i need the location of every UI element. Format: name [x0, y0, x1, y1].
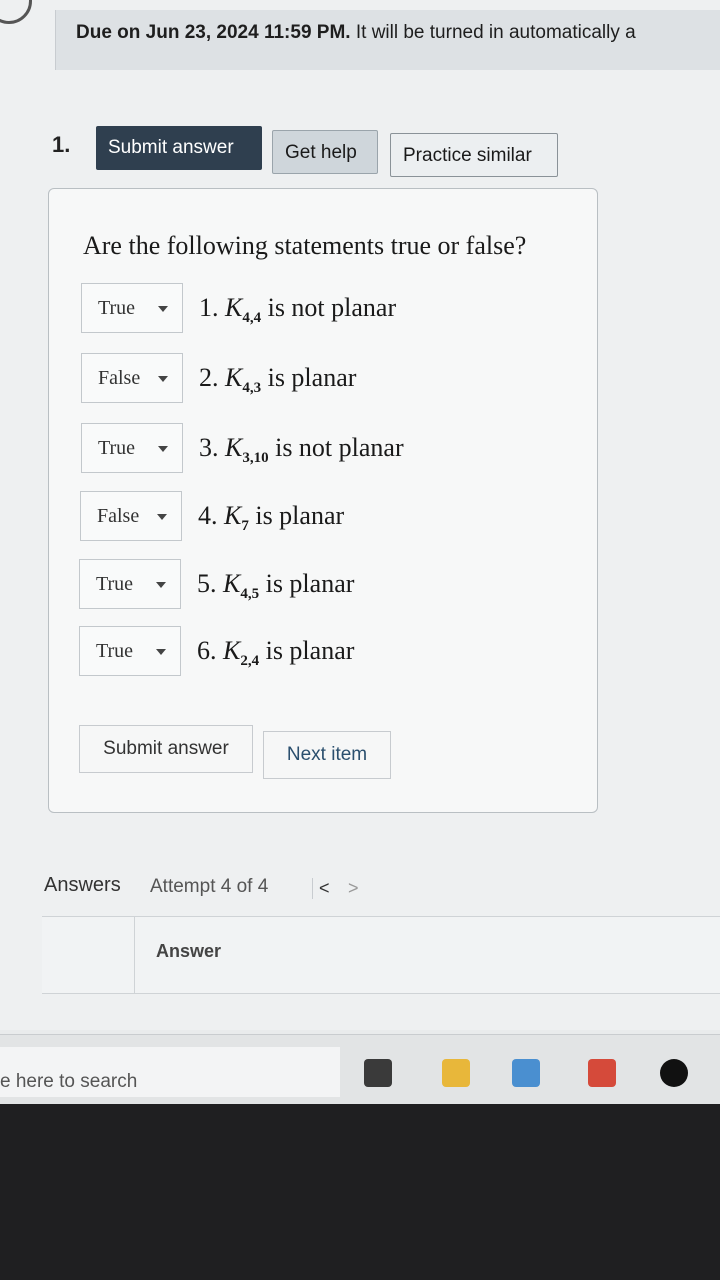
file-explorer-icon[interactable]	[442, 1059, 470, 1087]
get-help-button[interactable]: Get help	[272, 130, 378, 174]
dropdown-value: True	[98, 297, 136, 319]
graph-subscript: 3,10	[242, 450, 269, 467]
graph-symbol: K	[224, 501, 242, 530]
caret-down-icon	[156, 582, 166, 588]
caret-down-icon	[158, 306, 168, 312]
attempt-counter: Attempt 4 of 4	[150, 876, 269, 897]
windows-taskbar: e here to search	[0, 1034, 720, 1105]
due-date-banner: Due on Jun 23, 2024 11:59 PM. It will be…	[55, 10, 720, 70]
dropdown-value: False	[98, 367, 141, 389]
tiktok-icon[interactable]	[660, 1059, 688, 1087]
statement-number: 1.	[199, 293, 219, 322]
graph-subscript: 4,3	[242, 380, 262, 397]
question-card: Are the following statements true or fal…	[48, 188, 598, 813]
graph-symbol: K	[225, 363, 243, 392]
next-attempt-icon[interactable]: >	[348, 878, 359, 899]
next-item-button[interactable]: Next item	[263, 731, 391, 779]
submit-answer-bottom-button[interactable]: Submit answer	[79, 725, 253, 773]
statement-text: 4. K7 is planar	[198, 501, 344, 535]
store-icon[interactable]	[512, 1059, 540, 1087]
camera-app-icon[interactable]	[588, 1059, 616, 1087]
caret-down-icon	[158, 446, 168, 452]
dropdown-value: False	[97, 505, 140, 527]
graph-symbol: K	[223, 569, 241, 598]
caret-down-icon	[157, 514, 167, 520]
statement-text: 5. K4,5 is planar	[197, 569, 354, 603]
statement-number: 5.	[197, 569, 217, 598]
task-view-icon[interactable]	[364, 1059, 392, 1087]
statement-text: 3. K3,10 is not planar	[199, 433, 404, 467]
answers-label: Answers	[44, 874, 121, 896]
statement-number: 3.	[199, 433, 219, 462]
taskbar-search-box[interactable]: e here to search	[0, 1047, 340, 1097]
true-false-dropdown[interactable]: False	[80, 491, 182, 541]
caret-down-icon	[158, 376, 168, 382]
statement-number: 4.	[198, 501, 218, 530]
webpage: Due on Jun 23, 2024 11:59 PM. It will be…	[0, 0, 720, 1030]
true-false-dropdown[interactable]: True	[81, 283, 183, 333]
question-prompt: Are the following statements true or fal…	[83, 231, 527, 260]
statement-claim: is not planar	[261, 293, 397, 322]
dropdown-value: True	[96, 573, 134, 595]
table-divider	[134, 917, 135, 993]
statement-number: 2.	[199, 363, 219, 392]
statement-text: 1. K4,4 is not planar	[199, 293, 396, 327]
caret-down-icon	[156, 649, 166, 655]
statement-claim: is not planar	[268, 433, 404, 462]
browser-corner-icon	[0, 0, 32, 24]
search-placeholder: e here to search	[0, 1071, 138, 1092]
graph-symbol: K	[225, 433, 243, 462]
question-number: 1.	[52, 132, 71, 157]
true-false-dropdown[interactable]: True	[79, 559, 181, 609]
statement-claim: is planar	[259, 569, 355, 598]
graph-subscript: 2,4	[240, 653, 260, 670]
statement-number: 6.	[197, 636, 217, 665]
dropdown-value: True	[98, 437, 136, 459]
monitor-bezel	[0, 1104, 720, 1280]
statement-claim: is planar	[259, 636, 355, 665]
answer-column-header: Answer	[156, 941, 222, 961]
statement-claim: is planar	[261, 363, 357, 392]
true-false-dropdown[interactable]: True	[79, 626, 181, 676]
graph-subscript: 7	[241, 518, 249, 535]
practice-similar-button[interactable]: Practice similar	[390, 133, 558, 177]
true-false-dropdown[interactable]: False	[81, 353, 183, 403]
graph-subscript: 4,5	[240, 586, 260, 603]
graph-symbol: K	[223, 636, 241, 665]
submit-answer-button[interactable]: Submit answer	[96, 126, 262, 170]
statement-text: 2. K4,3 is planar	[199, 363, 356, 397]
graph-symbol: K	[225, 293, 243, 322]
answers-table: Answer	[42, 916, 720, 994]
statement-text: 6. K2,4 is planar	[197, 636, 354, 670]
statement-claim: is planar	[248, 501, 345, 530]
dropdown-value: True	[96, 640, 134, 662]
true-false-dropdown[interactable]: True	[81, 423, 183, 473]
due-date-text: Due on Jun 23, 2024 11:59 PM. It will be…	[76, 22, 636, 43]
previous-attempt-icon[interactable]: <	[312, 878, 330, 899]
graph-subscript: 4,4	[242, 310, 262, 327]
